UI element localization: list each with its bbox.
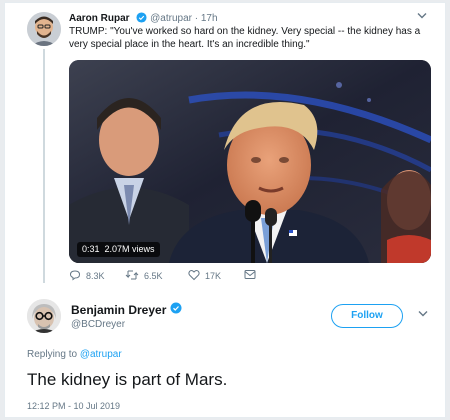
- like-button[interactable]: 17K: [188, 269, 221, 283]
- retweet-icon: [125, 269, 144, 283]
- thread-connector-line: [43, 49, 45, 283]
- heart-icon: [188, 269, 205, 283]
- author-handle[interactable]: @atrupar: [150, 13, 192, 24]
- reply-count: 8.3K: [86, 271, 105, 281]
- video-player[interactable]: [69, 60, 431, 263]
- reply-author-name-row: Benjamin Dreyer: [71, 302, 182, 317]
- reply-button[interactable]: 8.3K: [69, 269, 105, 283]
- avatar[interactable]: [27, 12, 61, 46]
- author-handle[interactable]: @BCDreyer: [71, 319, 125, 330]
- verified-badge-icon: [170, 302, 182, 317]
- retweet-count: 6.5K: [144, 271, 163, 281]
- meta-separator: ·: [194, 13, 199, 24]
- replying-to-line: Replying to @atrupar: [27, 349, 122, 360]
- reply-tweet-text: The kidney is part of Mars.: [27, 370, 228, 389]
- reply-icon: [69, 269, 86, 283]
- tweet-thread-card: Aaron Rupar @atrupar · 17h TRUMP: "You'v…: [4, 2, 446, 418]
- video-views: 2.07M views: [104, 244, 155, 254]
- chevron-down-icon[interactable]: [418, 309, 428, 321]
- follow-button[interactable]: Follow: [331, 304, 403, 328]
- chevron-down-icon[interactable]: [417, 11, 427, 23]
- author-name[interactable]: Aaron Rupar: [69, 13, 130, 24]
- parent-tweet-text: TRUMP: "You've worked so hard on the kid…: [69, 26, 421, 50]
- replying-to-handle-link[interactable]: @atrupar: [80, 349, 122, 360]
- video-stats-badge: 0:31 2.07M views: [77, 242, 160, 257]
- retweet-button[interactable]: 6.5K: [125, 269, 163, 283]
- tweet-time[interactable]: 17h: [201, 13, 218, 24]
- like-count: 17K: [205, 271, 222, 281]
- envelope-icon: [244, 269, 261, 282]
- replying-to-label: Replying to: [27, 349, 78, 360]
- direct-message-button[interactable]: [244, 269, 261, 282]
- avatar[interactable]: [27, 299, 61, 333]
- author-name[interactable]: Benjamin Dreyer: [71, 303, 166, 317]
- video-duration: 0:31: [82, 244, 100, 254]
- tweet-timestamp[interactable]: 12:12 PM - 10 Jul 2019: [27, 401, 120, 411]
